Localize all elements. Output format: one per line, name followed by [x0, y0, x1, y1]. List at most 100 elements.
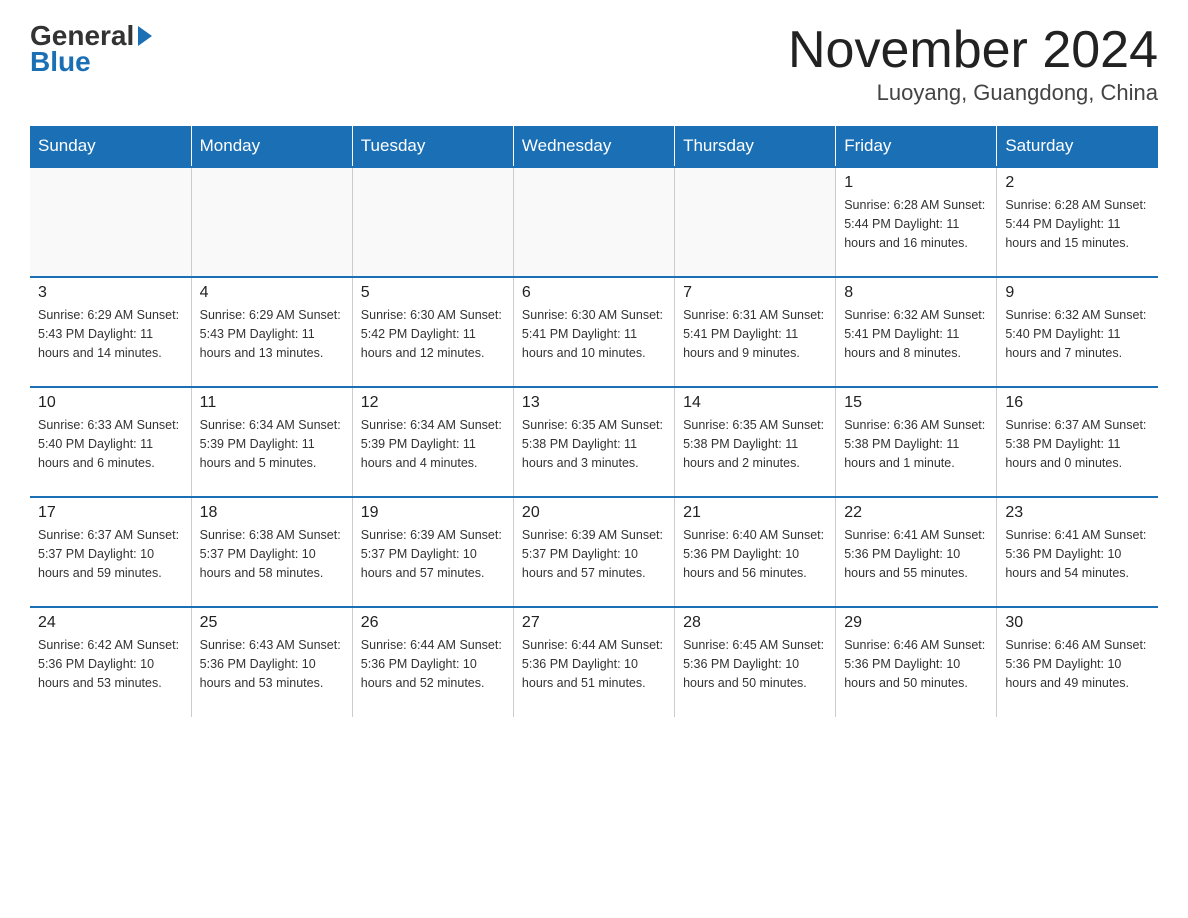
day-info: Sunrise: 6:35 AM Sunset: 5:38 PM Dayligh… [522, 416, 666, 472]
day-info: Sunrise: 6:38 AM Sunset: 5:37 PM Dayligh… [200, 526, 344, 582]
day-number: 9 [1005, 284, 1150, 302]
day-number: 21 [683, 504, 827, 522]
day-info: Sunrise: 6:34 AM Sunset: 5:39 PM Dayligh… [361, 416, 505, 472]
day-number: 26 [361, 614, 505, 632]
calendar-cell: 10 Sunrise: 6:33 AM Sunset: 5:40 PM Dayli… [30, 387, 191, 497]
day-info: Sunrise: 6:39 AM Sunset: 5:37 PM Dayligh… [522, 526, 666, 582]
day-info: Sunrise: 6:46 AM Sunset: 5:36 PM Dayligh… [844, 636, 988, 692]
day-number: 24 [38, 614, 183, 632]
day-number: 10 [38, 394, 183, 412]
calendar-cell: 8 Sunrise: 6:32 AM Sunset: 5:41 PM Daylig… [836, 277, 997, 387]
weekday-header-thursday: Thursday [675, 126, 836, 167]
calendar-week-row: 17Sunrise: 6:37 AM Sunset: 5:37 PM Dayli… [30, 497, 1158, 607]
day-number: 14 [683, 394, 827, 412]
calendar-cell: 13 Sunrise: 6:35 AM Sunset: 5:38 PM Dayli… [513, 387, 674, 497]
calendar-cell: 2Sunrise: 6:28 AM Sunset: 5:44 PM Daylig… [997, 167, 1158, 277]
day-info: Sunrise: 6:46 AM Sunset: 5:36 PM Dayligh… [1005, 636, 1150, 692]
calendar-cell: 23 Sunrise: 6:41 AM Sunset: 5:36 PM Dayli… [997, 497, 1158, 607]
day-number: 29 [844, 614, 988, 632]
day-info: Sunrise: 6:45 AM Sunset: 5:36 PM Dayligh… [683, 636, 827, 692]
logo: General Blue [30, 20, 152, 78]
day-info: Sunrise: 6:30 AM Sunset: 5:42 PM Dayligh… [361, 306, 505, 362]
location-label: Luoyang, Guangdong, China [788, 80, 1158, 106]
day-number: 15 [844, 394, 988, 412]
day-info: Sunrise: 6:28 AM Sunset: 5:44 PM Dayligh… [1005, 196, 1150, 252]
weekday-header-sunday: Sunday [30, 126, 191, 167]
calendar-cell [675, 167, 836, 277]
day-info: Sunrise: 6:37 AM Sunset: 5:37 PM Dayligh… [38, 526, 183, 582]
day-info: Sunrise: 6:28 AM Sunset: 5:44 PM Dayligh… [844, 196, 988, 252]
day-info: Sunrise: 6:33 AM Sunset: 5:40 PM Dayligh… [38, 416, 183, 472]
calendar-week-row: 1 Sunrise: 6:28 AM Sunset: 5:44 PM Daylig… [30, 167, 1158, 277]
day-number: 12 [361, 394, 505, 412]
day-info: Sunrise: 6:41 AM Sunset: 5:36 PM Dayligh… [1005, 526, 1150, 582]
day-number: 8 [844, 284, 988, 302]
calendar-cell [30, 167, 191, 277]
calendar-cell: 15 Sunrise: 6:36 AM Sunset: 5:38 PM Dayli… [836, 387, 997, 497]
calendar-cell: 16 Sunrise: 6:37 AM Sunset: 5:38 PM Dayli… [997, 387, 1158, 497]
weekday-header-monday: Monday [191, 126, 352, 167]
calendar-cell: 5Sunrise: 6:30 AM Sunset: 5:42 PM Daylig… [352, 277, 513, 387]
calendar-cell: 29 Sunrise: 6:46 AM Sunset: 5:36 PM Dayli… [836, 607, 997, 717]
calendar-cell: 4 Sunrise: 6:29 AM Sunset: 5:43 PM Daylig… [191, 277, 352, 387]
day-info: Sunrise: 6:40 AM Sunset: 5:36 PM Dayligh… [683, 526, 827, 582]
calendar-week-row: 10 Sunrise: 6:33 AM Sunset: 5:40 PM Dayli… [30, 387, 1158, 497]
day-info: Sunrise: 6:41 AM Sunset: 5:36 PM Dayligh… [844, 526, 988, 582]
calendar-cell: 9 Sunrise: 6:32 AM Sunset: 5:40 PM Daylig… [997, 277, 1158, 387]
calendar-cell: 18 Sunrise: 6:38 AM Sunset: 5:37 PM Dayli… [191, 497, 352, 607]
weekday-header-saturday: Saturday [997, 126, 1158, 167]
calendar-cell [513, 167, 674, 277]
calendar-cell: 6 Sunrise: 6:30 AM Sunset: 5:41 PM Daylig… [513, 277, 674, 387]
day-info: Sunrise: 6:42 AM Sunset: 5:36 PM Dayligh… [38, 636, 183, 692]
day-info: Sunrise: 6:36 AM Sunset: 5:38 PM Dayligh… [844, 416, 988, 472]
calendar-cell: 28 Sunrise: 6:45 AM Sunset: 5:36 PM Dayli… [675, 607, 836, 717]
calendar-cell: 1 Sunrise: 6:28 AM Sunset: 5:44 PM Daylig… [836, 167, 997, 277]
day-number: 22 [844, 504, 988, 522]
day-info: Sunrise: 6:37 AM Sunset: 5:38 PM Dayligh… [1005, 416, 1150, 472]
day-number: 27 [522, 614, 666, 632]
day-number: 20 [522, 504, 666, 522]
calendar-table: SundayMondayTuesdayWednesdayThursdayFrid… [30, 126, 1158, 717]
calendar-cell: 12 Sunrise: 6:34 AM Sunset: 5:39 PM Dayli… [352, 387, 513, 497]
calendar-cell: 24 Sunrise: 6:42 AM Sunset: 5:36 PM Dayli… [30, 607, 191, 717]
day-number: 6 [522, 284, 666, 302]
header-right: November 2024 Luoyang, Guangdong, China [788, 20, 1158, 106]
calendar-cell: 25Sunrise: 6:43 AM Sunset: 5:36 PM Dayli… [191, 607, 352, 717]
calendar-week-row: 24 Sunrise: 6:42 AM Sunset: 5:36 PM Dayli… [30, 607, 1158, 717]
day-info: Sunrise: 6:29 AM Sunset: 5:43 PM Dayligh… [200, 306, 344, 362]
weekday-header-friday: Friday [836, 126, 997, 167]
day-info: Sunrise: 6:31 AM Sunset: 5:41 PM Dayligh… [683, 306, 827, 362]
day-info: Sunrise: 6:29 AM Sunset: 5:43 PM Dayligh… [38, 306, 183, 362]
logo-arrow-icon [138, 26, 152, 46]
day-number: 4 [200, 284, 344, 302]
day-info: Sunrise: 6:30 AM Sunset: 5:41 PM Dayligh… [522, 306, 666, 362]
day-number: 7 [683, 284, 827, 302]
day-number: 3 [38, 284, 183, 302]
day-number: 13 [522, 394, 666, 412]
calendar-cell: 3 Sunrise: 6:29 AM Sunset: 5:43 PM Daylig… [30, 277, 191, 387]
calendar-cell: 27Sunrise: 6:44 AM Sunset: 5:36 PM Dayli… [513, 607, 674, 717]
calendar-cell: 26 Sunrise: 6:44 AM Sunset: 5:36 PM Dayli… [352, 607, 513, 717]
day-info: Sunrise: 6:44 AM Sunset: 5:36 PM Dayligh… [361, 636, 505, 692]
day-number: 11 [200, 394, 344, 412]
calendar-header-row: SundayMondayTuesdayWednesdayThursdayFrid… [30, 126, 1158, 167]
day-number: 30 [1005, 614, 1150, 632]
calendar-week-row: 3 Sunrise: 6:29 AM Sunset: 5:43 PM Daylig… [30, 277, 1158, 387]
day-info: Sunrise: 6:34 AM Sunset: 5:39 PM Dayligh… [200, 416, 344, 472]
day-number: 23 [1005, 504, 1150, 522]
month-title: November 2024 [788, 20, 1158, 80]
weekday-header-wednesday: Wednesday [513, 126, 674, 167]
day-info: Sunrise: 6:32 AM Sunset: 5:41 PM Dayligh… [844, 306, 988, 362]
calendar-cell: 7 Sunrise: 6:31 AM Sunset: 5:41 PM Daylig… [675, 277, 836, 387]
calendar-cell: 20 Sunrise: 6:39 AM Sunset: 5:37 PM Dayli… [513, 497, 674, 607]
day-number: 28 [683, 614, 827, 632]
day-info: Sunrise: 6:43 AM Sunset: 5:36 PM Dayligh… [200, 636, 344, 692]
day-number: 1 [844, 174, 988, 192]
weekday-header-tuesday: Tuesday [352, 126, 513, 167]
calendar-cell: 30 Sunrise: 6:46 AM Sunset: 5:36 PM Dayli… [997, 607, 1158, 717]
day-number: 19 [361, 504, 505, 522]
day-number: 18 [200, 504, 344, 522]
day-number: 16 [1005, 394, 1150, 412]
day-info: Sunrise: 6:32 AM Sunset: 5:40 PM Dayligh… [1005, 306, 1150, 362]
page-header: General Blue November 2024 Luoyang, Guan… [30, 20, 1158, 106]
